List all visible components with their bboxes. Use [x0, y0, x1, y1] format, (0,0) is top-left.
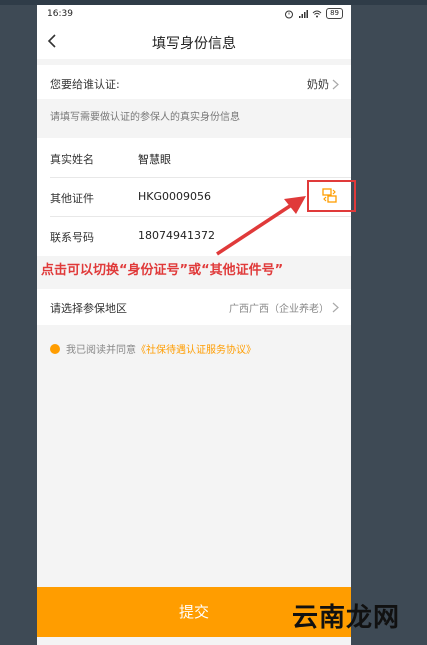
agreement-row[interactable]: 我已阅读并同意《社保待遇认证服务协议》: [50, 341, 256, 356]
agreement-link[interactable]: 《社保待遇认证服务协议》: [136, 345, 256, 356]
alarm-icon: [285, 10, 294, 18]
status-time: 16:39: [47, 9, 73, 19]
certify-for-select[interactable]: 奶奶: [307, 76, 339, 92]
divider: [50, 216, 351, 217]
nav-bar: 填写身份信息: [37, 25, 351, 59]
other-id-field[interactable]: HKG0009056: [138, 190, 211, 203]
chevron-right-icon: [332, 302, 339, 313]
phone-field[interactable]: 18074941372: [138, 229, 215, 242]
annotation-text: 点击可以切换“身份证号”或“其他证件号”: [41, 263, 284, 278]
wifi-icon: [312, 10, 322, 17]
agreement-checkbox[interactable]: [50, 343, 60, 354]
hint-text: 请填写需要做认证的参保人的真实身份信息: [50, 112, 240, 123]
identity-form: 真实姓名 智慧眼 其他证件 HKG0009056 联系号码 1807494137…: [37, 138, 351, 256]
region-row[interactable]: 请选择参保地区 广西广西（企业养老）: [37, 289, 351, 325]
status-bar: 16:39 89: [37, 5, 351, 25]
region-value: 广西广西（企业养老）: [229, 304, 329, 315]
region-label: 请选择参保地区: [50, 302, 127, 315]
watermark-logo: 云南龙网: [292, 603, 401, 633]
chevron-right-icon: [332, 79, 339, 89]
certify-for-row[interactable]: 您要给谁认证: 奶奶: [37, 65, 351, 99]
other-id-label: 其他证件: [50, 192, 94, 205]
page-title: 填写身份信息: [152, 36, 236, 52]
name-field[interactable]: 智慧眼: [138, 151, 171, 167]
phone-screen: 16:39 89 填写身份信息 您要给谁认证: 奶奶 请填写需要做认证的参保人的…: [37, 5, 351, 645]
certify-for-value: 奶奶: [307, 78, 329, 91]
highlight-box: [307, 180, 356, 212]
signal-icon: [299, 9, 309, 18]
region-select[interactable]: 广西广西（企业养老）: [229, 300, 339, 315]
certify-for-label: 您要给谁认证:: [50, 78, 120, 91]
divider: [50, 177, 351, 178]
phone-label: 联系号码: [50, 231, 94, 244]
name-label: 真实姓名: [50, 153, 94, 166]
status-icons: 89: [284, 8, 343, 19]
agreement-prefix: 我已阅读并同意: [66, 345, 136, 356]
battery-icon: 89: [326, 8, 343, 19]
